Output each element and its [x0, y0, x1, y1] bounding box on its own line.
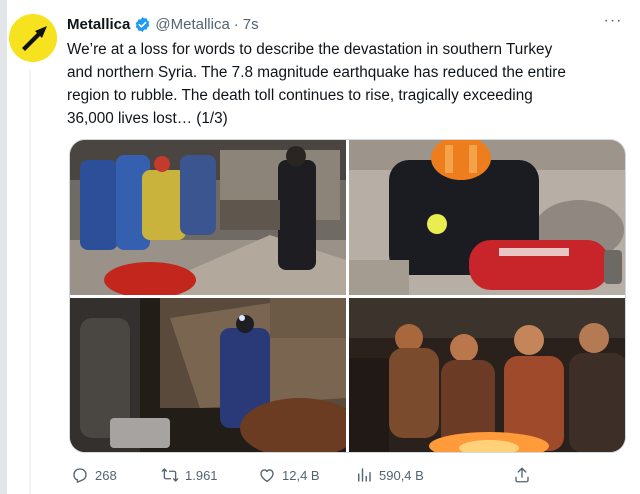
night-rescue-headlamp-photo[interactable]: [70, 298, 346, 452]
author-name[interactable]: Metallica: [67, 16, 130, 33]
people-around-fire-photo[interactable]: [349, 298, 625, 452]
tweet-text-line: 36,000 lives lost… (1/3): [67, 110, 228, 127]
left-rail: [0, 0, 7, 494]
tweet-text-line: and northern Syria. The 7.8 magnitude ea…: [67, 64, 566, 81]
retweet-button[interactable]: 1.961: [161, 464, 218, 486]
verified-badge-icon: [134, 16, 151, 33]
views-button[interactable]: 590,4 B: [355, 464, 424, 486]
heart-icon: [260, 469, 274, 483]
like-button[interactable]: 12,4 B: [258, 464, 320, 486]
share-icon: [515, 467, 529, 483]
retweet-icon: [161, 468, 179, 482]
reply-count: 268: [95, 467, 117, 483]
rescuer-orange-helmet-photo[interactable]: [349, 140, 625, 295]
reply-button[interactable]: 268: [71, 464, 117, 486]
reply-icon: [73, 468, 87, 483]
action-bar: 268 1.961 12,4 B 590,4 B: [67, 464, 537, 486]
view-count: 590,4 B: [379, 467, 424, 483]
separator-dot: ·: [233, 15, 239, 33]
avatar[interactable]: [9, 14, 57, 62]
analytics-icon: [358, 468, 371, 482]
tweet-header: Metallica @Metallica · 7s: [67, 14, 259, 34]
tweet-text: We’re at a loss for words to describe th…: [67, 38, 627, 130]
more-options-icon[interactable]: ···: [600, 13, 626, 34]
timestamp[interactable]: 7s: [243, 16, 259, 33]
tweet-text-line: region to rubble. The death toll continu…: [67, 87, 533, 104]
like-count: 12,4 B: [282, 467, 320, 483]
rescue-workers-rubble-photo[interactable]: [70, 140, 346, 295]
author-handle[interactable]: @Metallica: [155, 16, 229, 33]
metallica-logo-icon: [9, 14, 57, 62]
retweet-count: 1.961: [185, 467, 218, 483]
media-grid: [69, 139, 626, 453]
share-button[interactable]: [513, 464, 537, 486]
thread-line: [29, 70, 31, 494]
tweet-text-line: We’re at a loss for words to describe th…: [67, 41, 553, 58]
